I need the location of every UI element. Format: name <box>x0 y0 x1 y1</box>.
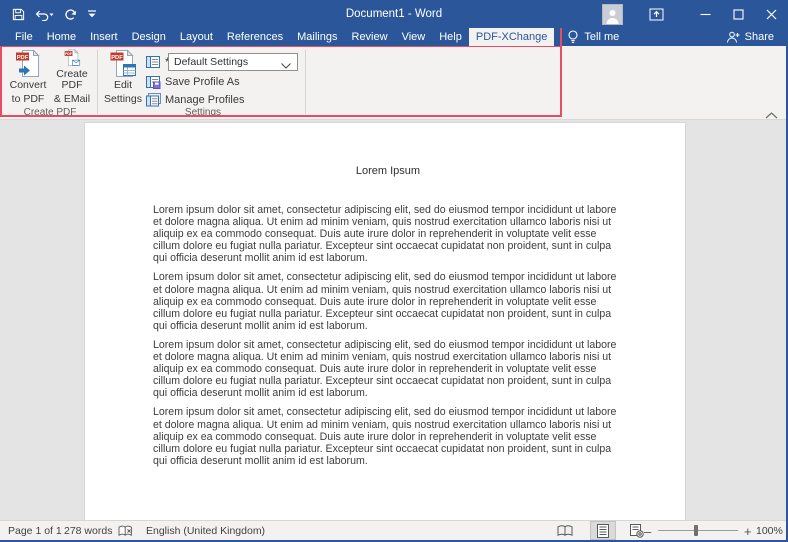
redo-button[interactable] <box>64 3 77 25</box>
share-label: Share <box>745 31 774 43</box>
language-indicator[interactable]: English (United Kingdom) <box>146 521 265 541</box>
minimize-icon <box>700 9 711 20</box>
ribbon: PDF Convert to PDF PDF Create PDF & EMai… <box>0 46 788 120</box>
share-button[interactable]: Share <box>726 28 774 46</box>
read-mode-button[interactable] <box>552 521 578 540</box>
zoom-slider-track[interactable] <box>658 530 738 531</box>
edit-settings-button[interactable]: PDF Edit Settings <box>101 49 145 105</box>
print-layout-icon <box>597 524 609 538</box>
document-paragraph: Lorem ipsum dolor sit amet, consectetur … <box>153 406 625 466</box>
close-button[interactable] <box>755 0 788 28</box>
svg-text:PDF: PDF <box>111 55 123 61</box>
word-window: Document1 - Word File Home Insert Design… <box>0 0 788 542</box>
save-button[interactable] <box>12 3 25 25</box>
tell-me-label: Tell me <box>584 31 619 43</box>
ribbon-display-options-button[interactable] <box>641 0 671 28</box>
zoom-out-button[interactable]: – <box>644 521 651 541</box>
profile-settings-icon <box>146 55 161 69</box>
tell-me-box[interactable]: Tell me <box>567 28 619 46</box>
create-pdf-email-icon: PDF <box>59 49 86 67</box>
page-indicator[interactable]: Page 1 of 1 <box>8 521 62 541</box>
proofing-status-button[interactable] <box>118 521 133 541</box>
proofing-book-icon <box>118 525 133 538</box>
zoom-slider-thumb[interactable] <box>694 525 698 536</box>
create-pdf-group-caption: Create PDF <box>5 107 95 118</box>
maximize-button[interactable] <box>722 0 755 28</box>
tab-view[interactable]: View <box>395 28 433 46</box>
group-separator <box>305 50 306 114</box>
maximize-icon <box>733 9 744 20</box>
create-pdf-email-label-line2: & EMail <box>54 94 90 106</box>
document-canvas[interactable]: Lorem Ipsum Lorem ipsum dolor sit amet, … <box>0 120 786 520</box>
status-bar: Page 1 of 1 278 words English (United Ki… <box>0 520 788 540</box>
tab-help[interactable]: Help <box>432 28 469 46</box>
svg-text:PDF: PDF <box>16 55 28 61</box>
profile-indicator: * <box>146 55 170 69</box>
document-heading: Lorem Ipsum <box>153 165 623 178</box>
svg-text:PDF: PDF <box>65 52 73 56</box>
ribbon-tab-bar: File Home Insert Design Layout Reference… <box>0 28 788 46</box>
read-mode-icon <box>557 525 573 537</box>
edit-settings-label-line2: Settings <box>104 94 142 106</box>
redo-icon <box>64 8 77 21</box>
user-icon <box>605 8 620 24</box>
minimize-button[interactable] <box>689 0 722 28</box>
undo-icon <box>35 8 54 21</box>
convert-to-pdf-button[interactable]: PDF Convert to PDF <box>5 49 51 105</box>
manage-profiles-button[interactable]: Manage Profiles <box>146 93 245 107</box>
create-pdf-email-button[interactable]: PDF Create PDF & EMail <box>49 49 95 105</box>
tab-insert[interactable]: Insert <box>83 28 125 46</box>
convert-to-pdf-label-line1: Convert <box>10 80 47 92</box>
customize-qat-button[interactable] <box>87 3 97 25</box>
quick-access-toolbar <box>12 0 97 28</box>
close-icon <box>766 9 777 20</box>
customize-qat-icon <box>87 10 97 19</box>
word-count[interactable]: 278 words <box>64 521 112 541</box>
edit-settings-icon: PDF <box>110 49 137 78</box>
share-person-icon <box>726 31 740 43</box>
lightbulb-icon <box>567 30 579 44</box>
save-icon <box>12 8 25 21</box>
tab-pdf-xchange[interactable]: PDF-XChange <box>469 28 555 46</box>
save-profile-as-label: Save Profile As <box>165 76 240 88</box>
convert-to-pdf-label-line2: to PDF <box>12 94 45 106</box>
tab-layout[interactable]: Layout <box>173 28 220 46</box>
chevron-down-icon <box>281 60 291 72</box>
create-pdf-email-label-line1: Create PDF <box>49 69 95 92</box>
print-layout-button[interactable] <box>590 521 616 540</box>
web-layout-icon <box>630 524 644 538</box>
undo-button[interactable] <box>35 3 54 25</box>
tab-home[interactable]: Home <box>40 28 83 46</box>
ribbon-display-options-icon <box>649 8 664 21</box>
save-profile-as-button[interactable]: Save Profile As <box>146 75 240 89</box>
document-paragraph: Lorem ipsum dolor sit amet, consectetur … <box>153 204 625 264</box>
account-avatar[interactable] <box>602 4 623 25</box>
profile-dropdown-value: Default Settings <box>174 56 248 68</box>
zoom-in-button[interactable]: + <box>744 521 752 541</box>
zoom-level[interactable]: 100% <box>756 521 783 541</box>
convert-to-pdf-icon: PDF <box>15 49 42 78</box>
document-paragraph: Lorem ipsum dolor sit amet, consectetur … <box>153 339 625 399</box>
document-paragraph: Lorem ipsum dolor sit amet, consectetur … <box>153 271 625 331</box>
document-page[interactable]: Lorem Ipsum Lorem ipsum dolor sit amet, … <box>84 122 686 520</box>
settings-group-caption: Settings <box>101 107 305 118</box>
tab-mailings[interactable]: Mailings <box>290 28 344 46</box>
edit-settings-label-line1: Edit <box>114 80 132 92</box>
group-separator <box>97 50 98 114</box>
manage-profiles-label: Manage Profiles <box>165 94 245 106</box>
profile-dropdown[interactable]: Default Settings <box>168 53 298 71</box>
save-profile-as-icon <box>146 75 161 89</box>
tab-file[interactable]: File <box>8 28 40 46</box>
manage-profiles-icon <box>146 93 161 107</box>
title-bar: Document1 - Word <box>0 0 788 28</box>
tab-design[interactable]: Design <box>125 28 173 46</box>
chevron-up-icon <box>765 112 778 119</box>
tab-review[interactable]: Review <box>345 28 395 46</box>
tab-references[interactable]: References <box>220 28 290 46</box>
